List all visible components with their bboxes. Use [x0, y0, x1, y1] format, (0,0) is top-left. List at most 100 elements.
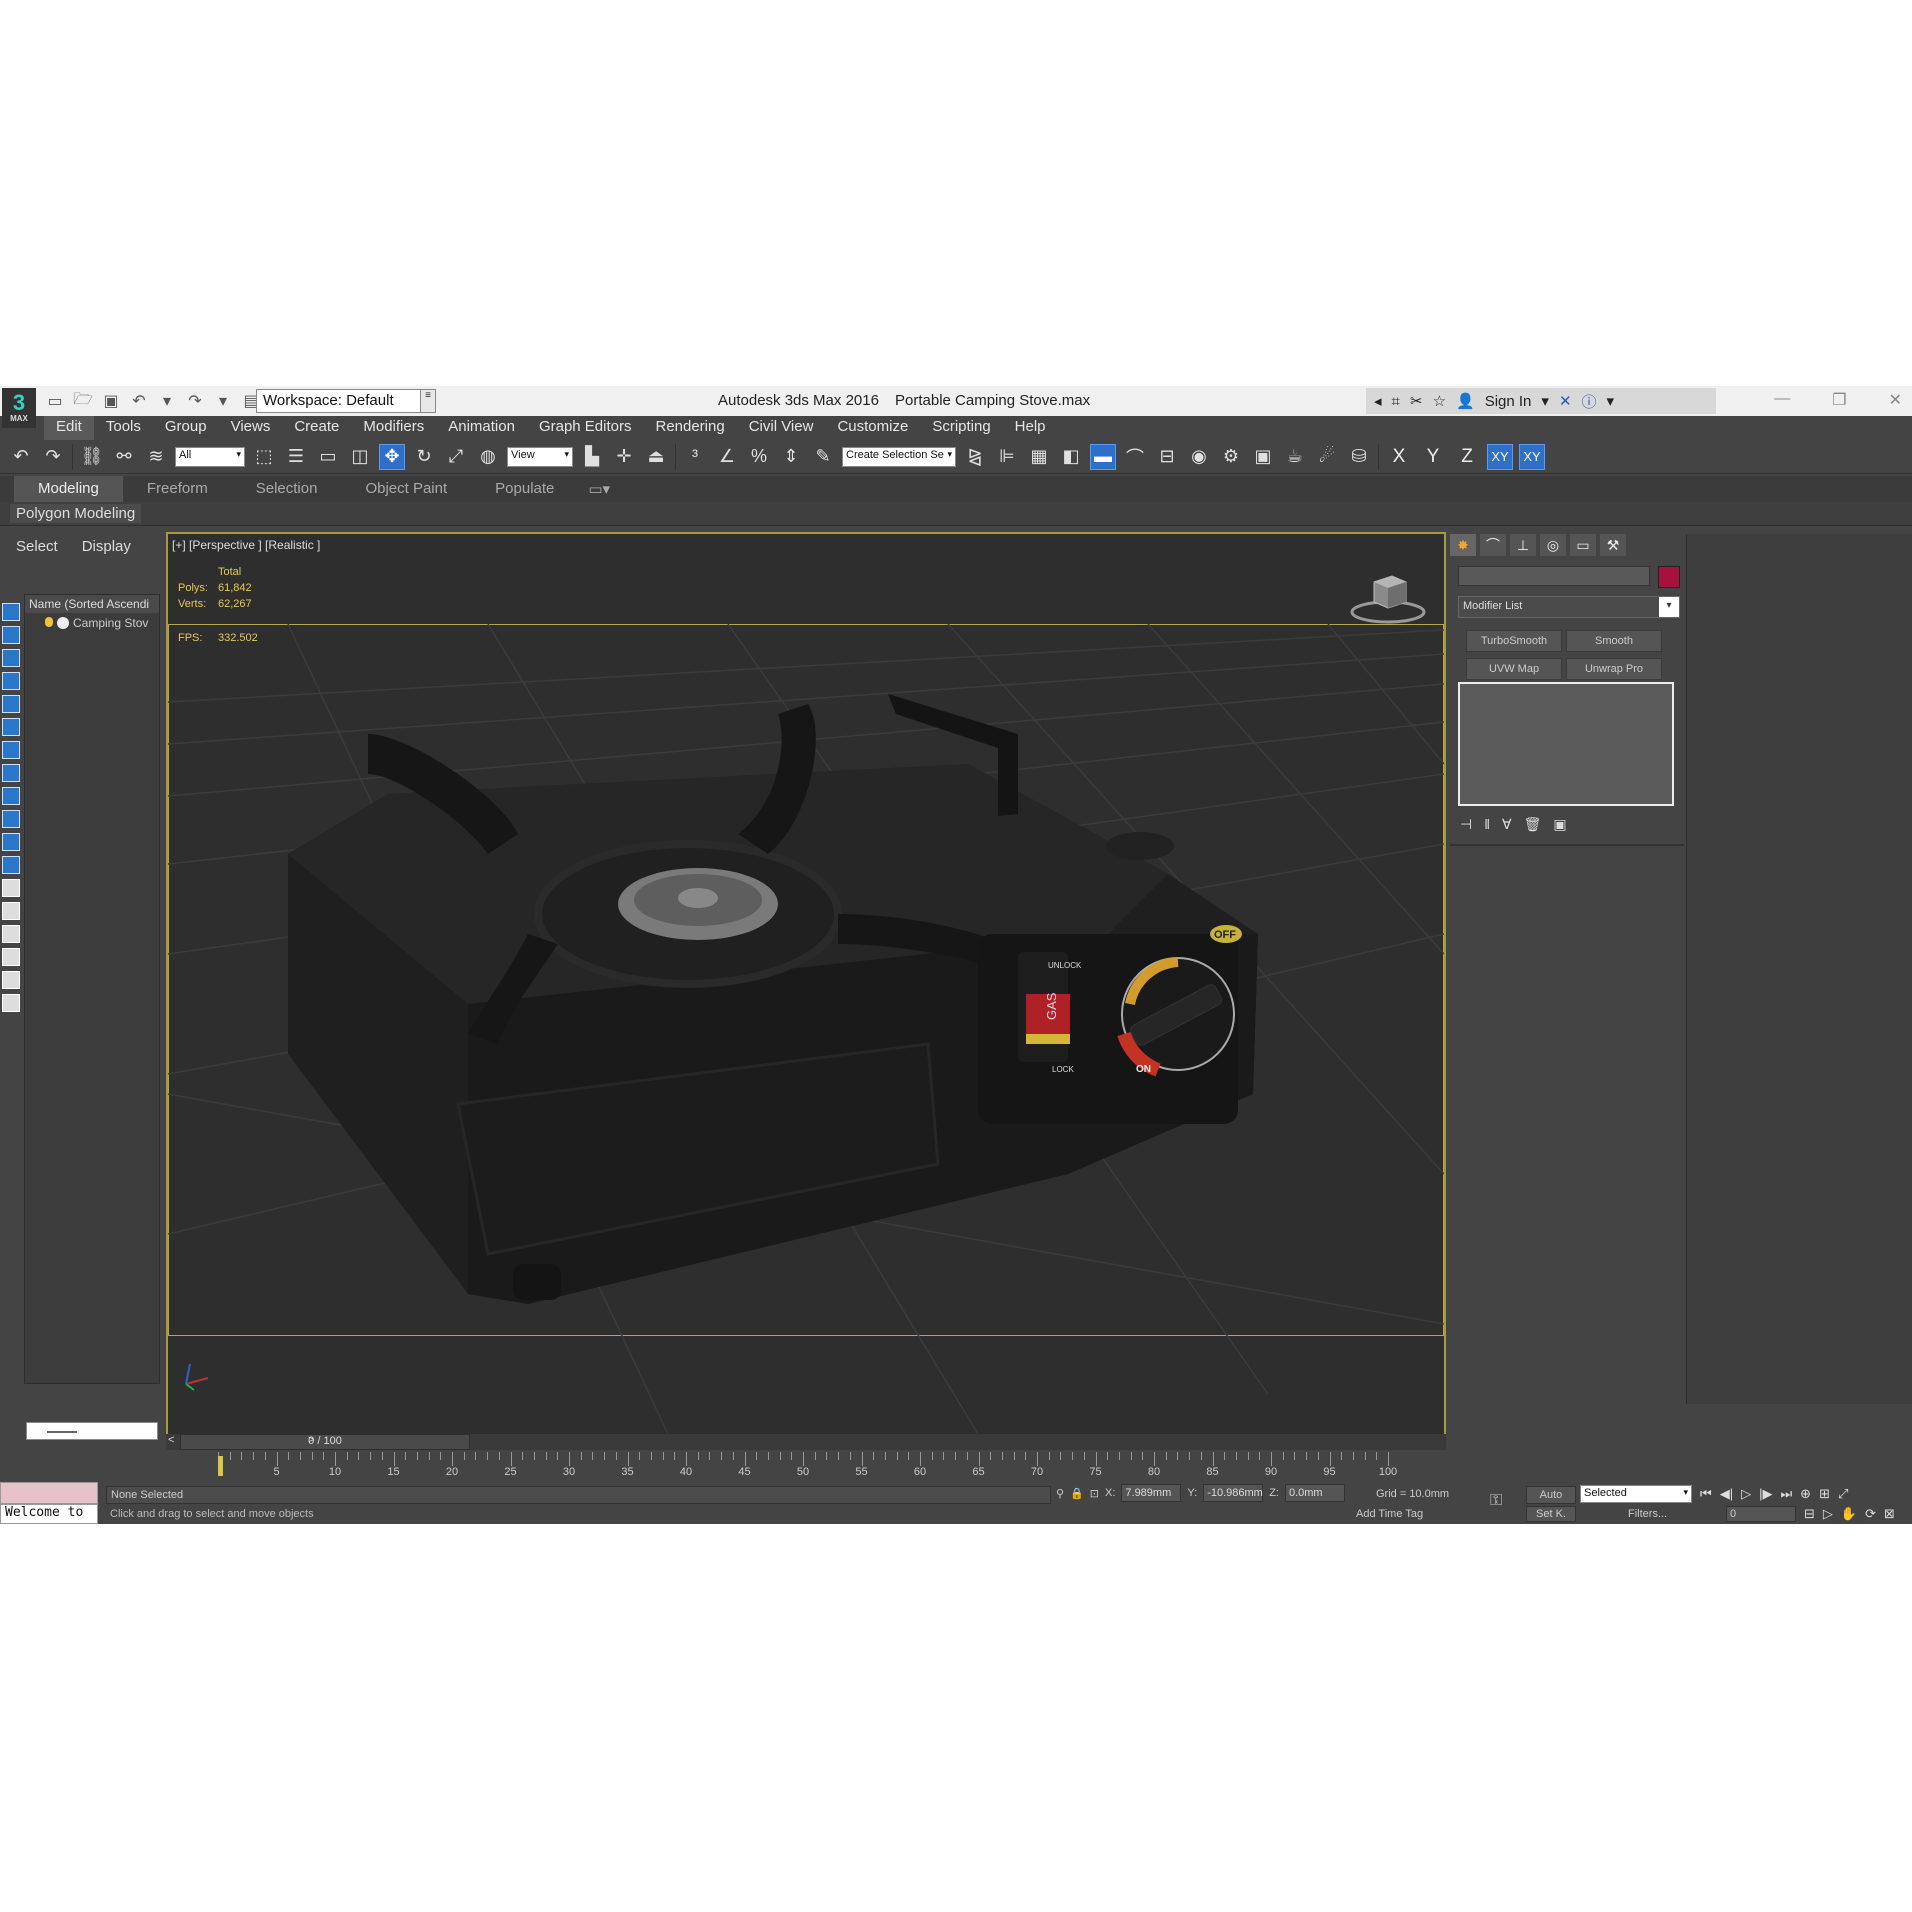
- menu-graph-editors[interactable]: Graph Editors: [527, 416, 644, 440]
- select-by-name-icon[interactable]: ☰: [283, 444, 309, 470]
- minimize-icon[interactable]: —: [1774, 390, 1790, 410]
- maxscript-listener-input[interactable]: [0, 1482, 98, 1504]
- next-key-icon[interactable]: |▶: [1759, 1486, 1772, 1502]
- maximize-toggle-icon[interactable]: ⊠: [1884, 1506, 1895, 1522]
- rectangular-selection-icon[interactable]: ▭: [315, 444, 341, 470]
- auto-key-button[interactable]: Auto: [1526, 1486, 1576, 1504]
- select-object-icon[interactable]: ⬚: [251, 444, 277, 470]
- modifier-stack[interactable]: [1458, 682, 1674, 806]
- axis-xy-cycle-button[interactable]: XY: [1519, 443, 1545, 470]
- configure-modifier-sets-icon[interactable]: ▣: [1553, 816, 1566, 833]
- viewport-label-menu[interactable]: [+] [Perspective ] [Realistic ]: [172, 538, 320, 552]
- find-icon[interactable]: [2, 971, 20, 989]
- polygon-modeling-panel[interactable]: Polygon Modeling: [10, 504, 142, 523]
- previous-key-icon[interactable]: ◀|: [1720, 1486, 1733, 1502]
- hierarchy-tab-icon[interactable]: ⊥: [1510, 534, 1536, 556]
- zoom-extents-icon[interactable]: ⊕: [1800, 1486, 1811, 1502]
- menu-rendering[interactable]: Rendering: [643, 416, 736, 440]
- ribbon-toggle-icon[interactable]: ▬: [1090, 443, 1116, 470]
- undo-dropdown-icon[interactable]: ▾: [156, 390, 178, 412]
- select-none-icon[interactable]: [2, 902, 20, 920]
- scene-explorer-selector[interactable]: [26, 1422, 158, 1440]
- axis-z-button[interactable]: Z: [1453, 446, 1481, 468]
- schematic-view-icon[interactable]: ⊟: [1154, 444, 1180, 470]
- exchange-icon[interactable]: ✕: [1559, 392, 1572, 410]
- make-unique-icon[interactable]: ∀: [1502, 816, 1512, 833]
- visibility-icon[interactable]: [57, 617, 69, 629]
- axis-xy-button[interactable]: XY: [1487, 443, 1513, 470]
- selection-lock-icon[interactable]: 🔒: [1070, 1487, 1084, 1500]
- ribbon-tab-selection[interactable]: Selection: [232, 476, 342, 502]
- align-icon[interactable]: ⊫: [994, 444, 1020, 470]
- ribbon-tab-object-paint[interactable]: Object Paint: [341, 476, 471, 502]
- select-manipulate-icon[interactable]: ✛: [611, 444, 637, 470]
- x-coordinate-field[interactable]: 7.989mm: [1121, 1484, 1182, 1502]
- display-lights-icon[interactable]: [2, 672, 20, 690]
- menu-group[interactable]: Group: [153, 416, 219, 440]
- axis-y-button[interactable]: Y: [1419, 446, 1447, 468]
- unwrap-pro-button[interactable]: Unwrap Pro: [1566, 658, 1662, 680]
- display-shapes-icon[interactable]: [2, 649, 20, 667]
- z-coordinate-field[interactable]: 0.0mm: [1284, 1484, 1345, 1502]
- menu-edit[interactable]: Edit: [44, 416, 94, 440]
- layers-icon[interactable]: [2, 994, 20, 1012]
- display-geometry-icon[interactable]: [2, 626, 20, 644]
- time-slider[interactable]: < 0 / 100 >: [166, 1434, 1446, 1450]
- ribbon-options-icon[interactable]: ▭▾: [578, 476, 620, 502]
- isolate-selection-icon[interactable]: ⚲: [1056, 1487, 1064, 1500]
- place-icon[interactable]: ◍: [475, 444, 501, 470]
- current-frame-marker[interactable]: [218, 1456, 223, 1476]
- subscription-icon[interactable]: ✂: [1410, 392, 1423, 410]
- pan-icon[interactable]: ✋: [1841, 1506, 1857, 1522]
- track-bar[interactable]: 5 10 15 20 25 30 35 40 45 50 55 60 65 70 75 80 85 90 95 100: [166, 1452, 1406, 1478]
- key-filter-dropdown[interactable]: Selected ▾: [1580, 1485, 1692, 1503]
- menu-tools[interactable]: Tools: [94, 416, 153, 440]
- display-all-icon[interactable]: [2, 603, 20, 621]
- spinner-snap-icon[interactable]: ⇕: [778, 444, 804, 470]
- display-frozen-icon[interactable]: [2, 856, 20, 874]
- zoom-region-icon[interactable]: ⊞: [1819, 1486, 1830, 1502]
- restore-icon[interactable]: ❐: [1832, 390, 1846, 410]
- render-setup-icon[interactable]: ⚙: [1218, 444, 1244, 470]
- menu-create[interactable]: Create: [282, 416, 351, 440]
- name-column-header[interactable]: Name (Sorted Ascendi: [25, 595, 159, 613]
- orbit-icon[interactable]: ⟳: [1865, 1506, 1876, 1522]
- redo-icon[interactable]: ↷: [184, 390, 206, 412]
- menu-scripting[interactable]: Scripting: [920, 416, 1002, 440]
- rendered-frame-icon[interactable]: ▣: [1250, 444, 1276, 470]
- undo-icon[interactable]: ↶: [8, 444, 34, 470]
- rotate-icon[interactable]: ↻: [411, 444, 437, 470]
- create-tab-icon[interactable]: ✸: [1450, 534, 1476, 556]
- scale-icon[interactable]: ⤢: [443, 444, 469, 470]
- pivot-center-icon[interactable]: ▙: [579, 444, 605, 470]
- help-icon[interactable]: ⓘ: [1582, 391, 1597, 412]
- render-iterative-icon[interactable]: ☄: [1314, 444, 1340, 470]
- show-end-result-icon[interactable]: ‖: [1484, 816, 1490, 833]
- app-menu-button[interactable]: 3 MAX: [2, 388, 36, 428]
- qat-customize-button[interactable]: ≡: [420, 389, 436, 413]
- named-selection-dropdown[interactable]: Create Selection Se ▾: [842, 446, 956, 467]
- layers-icon[interactable]: ◧: [1058, 444, 1084, 470]
- redo-dropdown-icon[interactable]: ▾: [212, 390, 234, 412]
- angle-snap-icon[interactable]: ∠: [714, 444, 740, 470]
- material-editor-icon[interactable]: ◉: [1186, 444, 1212, 470]
- turbosmooth-button[interactable]: TurboSmooth: [1466, 630, 1562, 652]
- perspective-viewport[interactable]: [+] [Perspective ] [Realistic ] Total Po…: [166, 532, 1446, 1436]
- menu-views[interactable]: Views: [219, 416, 283, 440]
- display-bones-icon[interactable]: [2, 810, 20, 828]
- modify-tab-icon[interactable]: ⌒: [1480, 534, 1506, 556]
- viewcube[interactable]: [1348, 568, 1428, 628]
- utilities-tab-icon[interactable]: ⚒: [1600, 534, 1626, 556]
- scene-explorer-select-menu[interactable]: Select: [16, 538, 58, 560]
- bind-space-warp-icon[interactable]: ≋: [143, 444, 169, 470]
- curve-editor-icon[interactable]: ⌒: [1122, 444, 1148, 470]
- save-file-icon[interactable]: ▣: [100, 390, 122, 412]
- menu-civil-view[interactable]: Civil View: [737, 416, 826, 440]
- new-file-icon[interactable]: ▭: [44, 390, 66, 412]
- key-filters-button[interactable]: Filters...: [1628, 1508, 1667, 1520]
- add-time-tag[interactable]: Add Time Tag: [1356, 1508, 1423, 1520]
- remove-modifier-icon[interactable]: 🗑: [1524, 816, 1542, 833]
- select-invert-icon[interactable]: [2, 925, 20, 943]
- ribbon-tab-modeling[interactable]: Modeling: [14, 476, 123, 502]
- display-helpers-icon[interactable]: [2, 718, 20, 736]
